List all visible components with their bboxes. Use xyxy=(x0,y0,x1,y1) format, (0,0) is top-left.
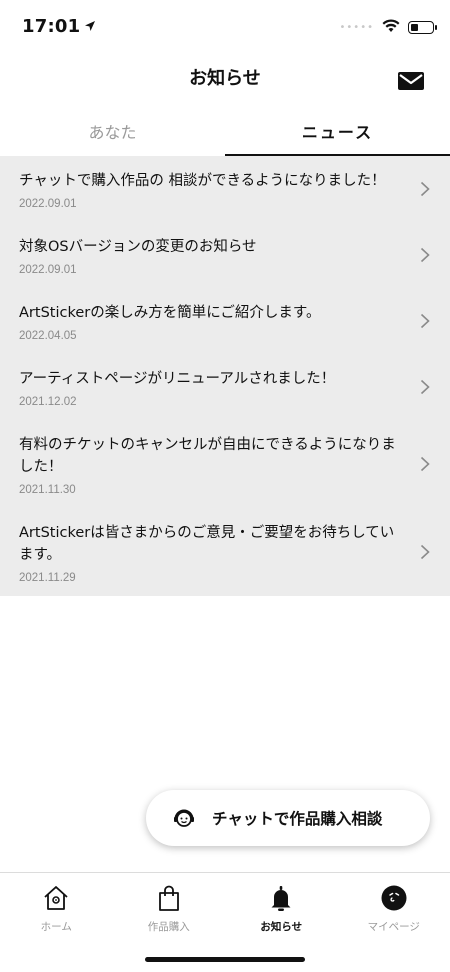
news-title: 対象OSバージョンの変更のお知らせ xyxy=(19,239,257,255)
news-date: 2022.04.05 xyxy=(19,330,77,342)
news-item[interactable]: ArtStickerは皆さまからのご意見・ご要望をお待ちしています。 2021.1… xyxy=(0,508,450,596)
chevron-right-icon xyxy=(420,456,430,472)
bell-icon xyxy=(266,883,296,913)
news-title: チャットで購入作品の 相談ができるようになりました！ xyxy=(19,173,386,189)
location-arrow-icon xyxy=(84,16,96,37)
news-item[interactable]: チャットで購入作品の 相談ができるようになりました！ 2022.09.01 xyxy=(0,156,450,222)
news-date: 2022.09.01 xyxy=(19,264,77,276)
profile-face-icon xyxy=(379,883,409,913)
signal-dots-icon: ••••• xyxy=(339,22,374,33)
wifi-icon xyxy=(382,18,400,37)
news-title: ArtStickerは皆さまからのご意見・ご要望をお待ちしています。 xyxy=(19,525,395,563)
nav-label-notifications: お知らせ xyxy=(260,921,303,933)
battery-level-fill xyxy=(411,24,419,31)
status-bar: 17:01 ••••• xyxy=(0,0,450,50)
news-title: 有料のチケットのキャンセルが自由にできるようになりました！ xyxy=(19,437,396,475)
news-item[interactable]: 有料のチケットのキャンセルが自由にできるようになりました！ 2021.11.30 xyxy=(0,420,450,508)
nav-item-mypage[interactable]: マイページ xyxy=(338,873,450,972)
home-icon xyxy=(41,883,71,913)
envelope-icon[interactable] xyxy=(398,70,424,92)
news-date: 2021.11.30 xyxy=(19,484,76,496)
chevron-right-icon xyxy=(420,181,430,197)
nav-label-mypage: マイページ xyxy=(367,921,420,933)
news-item[interactable]: 対象OSバージョンの変更のお知らせ 2022.09.01 xyxy=(0,222,450,288)
news-title: ArtStickerの楽しみ方を簡単にご紹介します。 xyxy=(19,305,321,321)
chat-button-label: チャットで作品購入相談 xyxy=(212,810,383,828)
chat-purchase-consult-button[interactable]: チャットで作品購入相談 xyxy=(146,790,430,846)
news-date: 2021.11.29 xyxy=(19,572,76,584)
status-time-text: 17:01 xyxy=(22,16,81,37)
tab-news[interactable]: ニュース xyxy=(225,106,450,156)
nav-label-purchase: 作品購入 xyxy=(147,921,190,933)
news-date: 2022.09.01 xyxy=(19,198,77,210)
chevron-right-icon xyxy=(420,247,430,263)
home-indicator xyxy=(145,957,305,962)
status-time: 17:01 xyxy=(22,16,96,37)
nav-label-home: ホーム xyxy=(40,921,72,933)
tab-you[interactable]: あなた xyxy=(0,106,225,156)
chevron-right-icon xyxy=(420,313,430,329)
support-agent-icon xyxy=(172,806,196,830)
news-title: アーティストページがリニューアルされました！ xyxy=(19,371,336,387)
chevron-right-icon xyxy=(420,544,430,560)
shopping-bag-icon xyxy=(154,883,184,913)
news-list: チャットで購入作品の 相談ができるようになりました！ 2022.09.01 対象OS… xyxy=(0,156,450,596)
header: お知らせ xyxy=(0,50,450,106)
news-item[interactable]: ArtStickerの楽しみ方を簡単にご紹介します。 2022.04.05 xyxy=(0,288,450,354)
news-item[interactable]: アーティストページがリニューアルされました！ 2021.12.02 xyxy=(0,354,450,420)
battery-icon xyxy=(408,21,437,34)
status-icons: ••••• xyxy=(339,18,437,37)
page-title: お知らせ xyxy=(189,68,261,89)
news-date: 2021.12.02 xyxy=(19,396,77,408)
tab-bar: あなた ニュース xyxy=(0,106,450,156)
chevron-right-icon xyxy=(420,379,430,395)
nav-item-home[interactable]: ホーム xyxy=(0,873,113,972)
